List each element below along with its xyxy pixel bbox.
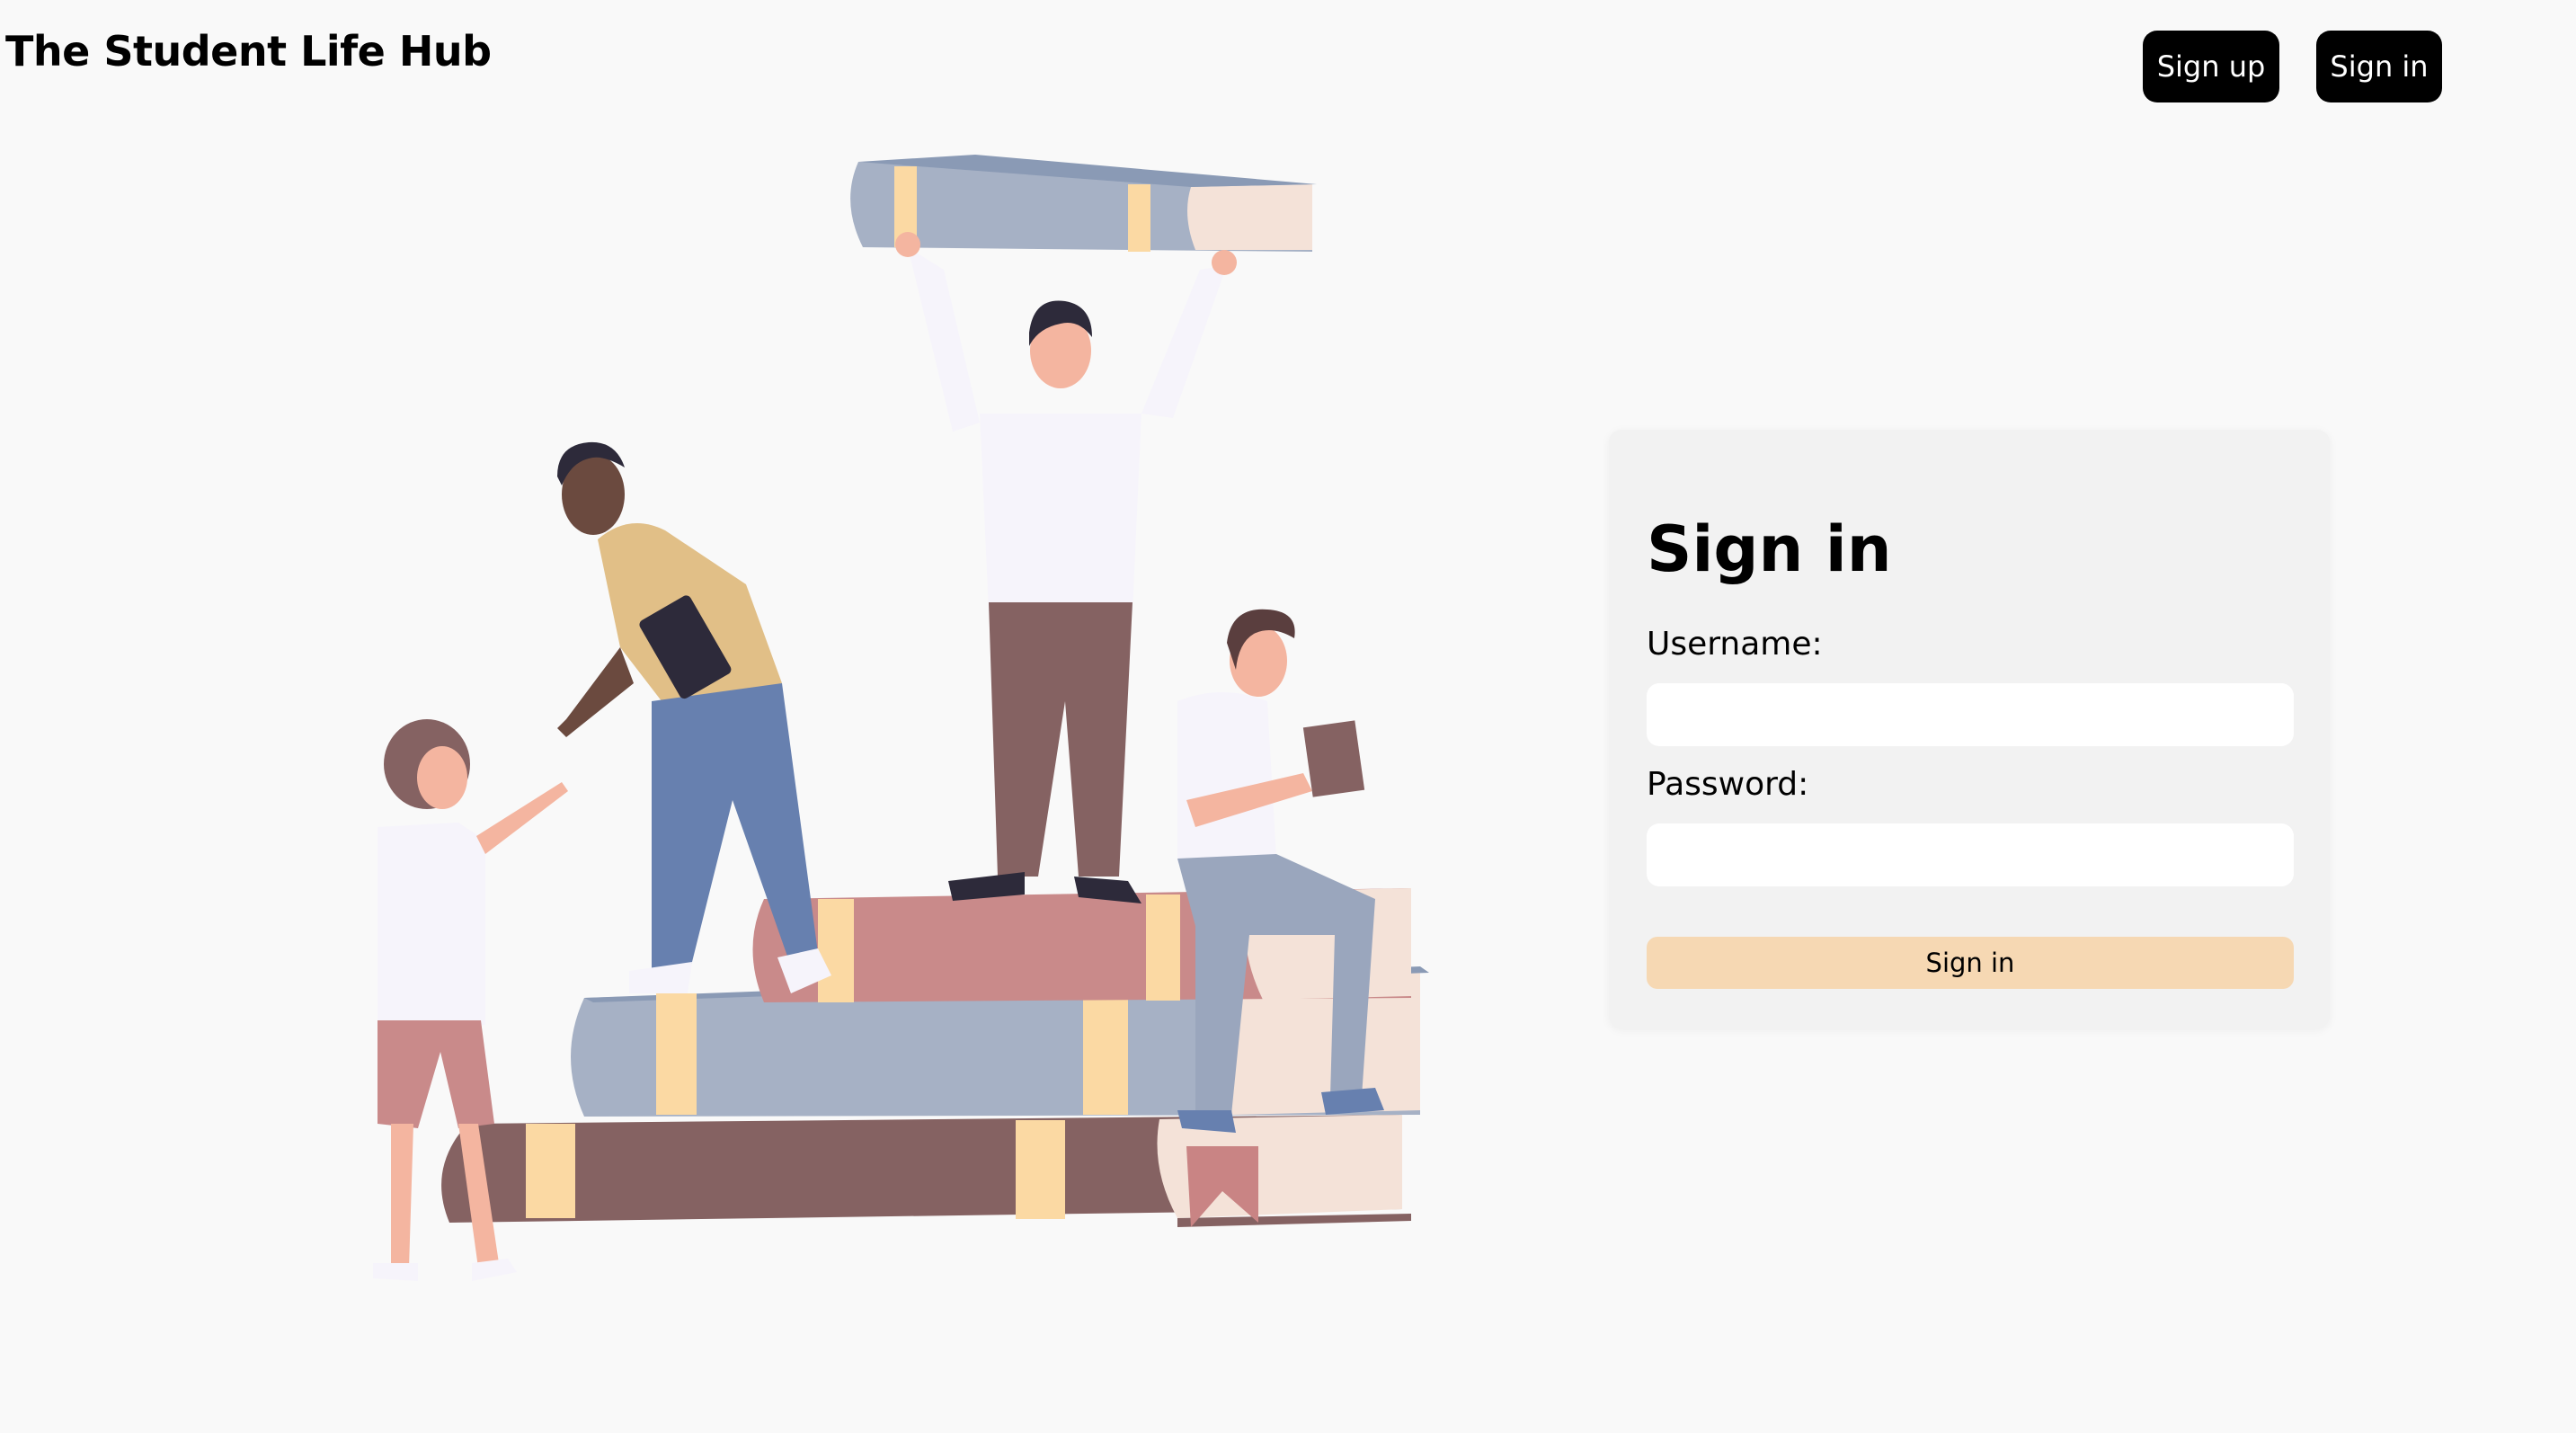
sign-in-title: Sign in: [1647, 512, 1892, 586]
sign-in-card: Sign in Username: Password: Sign in: [1609, 430, 2330, 1028]
site-title[interactable]: The Student Life Hub: [5, 27, 492, 76]
held-book: [850, 155, 1317, 252]
password-label: Password:: [1647, 766, 1809, 803]
password-input[interactable]: [1647, 823, 2294, 886]
person-with-tablet: [557, 441, 831, 993]
sign-in-page: The Student Life Hub Sign up Sign in Sig…: [0, 0, 2576, 1433]
sign-up-button[interactable]: Sign up: [2143, 31, 2279, 102]
sign-in-submit-button[interactable]: Sign in: [1647, 937, 2294, 989]
students-on-books-illustration: [373, 155, 1429, 1281]
nav-sign-in-button[interactable]: Sign in: [2316, 31, 2442, 102]
bottom-book: [441, 1115, 1411, 1227]
username-label: Username:: [1647, 626, 1823, 663]
username-input[interactable]: [1647, 683, 2294, 746]
